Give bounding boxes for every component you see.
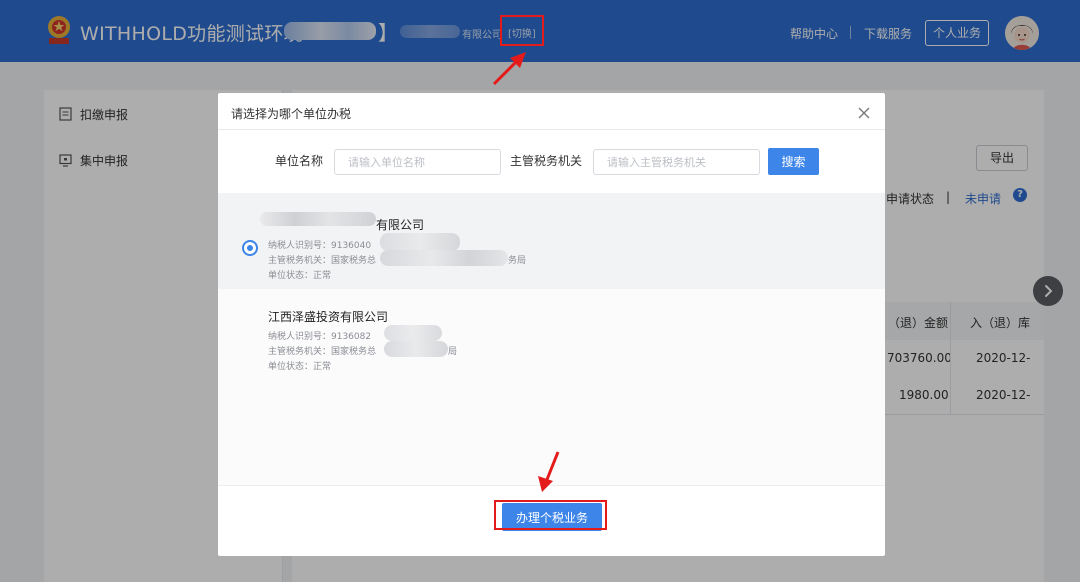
- annotation-arrows: [492, 52, 560, 492]
- annotation-arrow-icon: [492, 52, 526, 86]
- annotation-arrow-icon: [538, 451, 560, 492]
